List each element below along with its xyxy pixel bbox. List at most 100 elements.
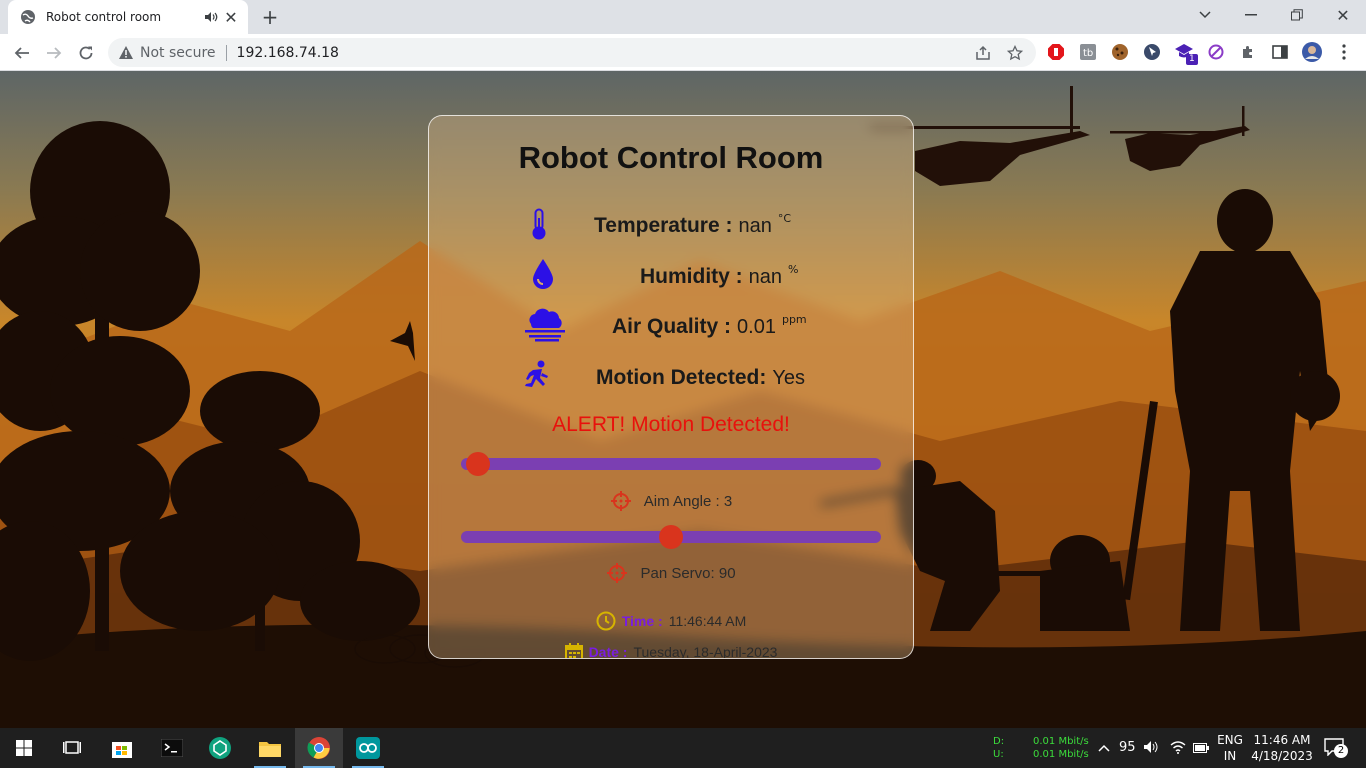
aim-slider-thumb[interactable] — [465, 452, 490, 476]
file-explorer-button[interactable] — [246, 728, 294, 768]
new-tab-button[interactable]: + — [258, 5, 282, 29]
arduino-icon — [356, 737, 380, 759]
date-value: Tuesday, 18-April-2023 — [633, 644, 778, 659]
page-title: Robot Control Room — [518, 140, 824, 175]
audio-playing-icon[interactable] — [204, 10, 218, 24]
system-clock[interactable]: 11:46 AM 4/18/2023 — [1250, 732, 1314, 764]
chatgpt-button[interactable] — [196, 728, 244, 768]
cookie-extension-icon[interactable] — [1110, 42, 1130, 62]
extensions-icon[interactable] — [1238, 42, 1258, 62]
humidity-label: Humidity : — [640, 265, 743, 288]
notification-center-button[interactable]: 2 — [1324, 738, 1348, 760]
aim-angle-slider[interactable] — [461, 452, 881, 476]
microsoft-store-button[interactable] — [98, 728, 146, 768]
chatgpt-icon — [209, 737, 231, 759]
temperature-reading: Temperature : nan °C — [594, 212, 792, 238]
forward-icon — [47, 47, 62, 59]
language-indicator[interactable]: ENG IN — [1215, 732, 1245, 764]
humidity-value: nan — [748, 266, 783, 288]
temperature-label: Temperature : — [594, 214, 733, 237]
clock-icon — [596, 611, 616, 631]
motion-value: Yes — [772, 367, 805, 389]
extension-badge: 1 — [1186, 54, 1198, 65]
battery-level-text[interactable]: 95 — [1119, 740, 1136, 756]
minimize-button[interactable] — [1228, 0, 1274, 30]
share-icon[interactable] — [974, 44, 992, 62]
motion-reading: Motion Detected: Yes — [596, 366, 805, 390]
time-value: 11:46:44 AM — [668, 613, 747, 629]
task-view-icon — [63, 741, 81, 754]
svg-text:tb: tb — [1083, 48, 1093, 59]
reload-button[interactable] — [72, 39, 100, 67]
back-button[interactable] — [8, 39, 36, 67]
control-panel-card: Robot Control Room Temperature : nan °C … — [428, 115, 914, 659]
chrome-button[interactable] — [295, 728, 343, 768]
menu-icon[interactable] — [1334, 42, 1354, 62]
browser-tab[interactable]: Robot control room ✕ — [8, 0, 248, 34]
restore-button[interactable] — [1274, 0, 1320, 30]
windows-logo-icon — [16, 740, 32, 756]
region-code: IN — [1223, 749, 1237, 763]
hidden-icons-chevron[interactable] — [1098, 740, 1110, 756]
download-label: D: — [993, 736, 1005, 747]
task-view-button[interactable] — [48, 728, 96, 768]
battery-icon[interactable] — [1193, 741, 1209, 757]
pan-servo-slider[interactable] — [461, 525, 881, 549]
smog-icon — [525, 308, 565, 346]
network-speeds: 0.01 Mbit/s 0.01 Mbit/s — [1033, 735, 1089, 761]
graduation-extension-icon[interactable]: 1 — [1174, 42, 1198, 65]
tab-close-icon[interactable]: ✕ — [224, 8, 238, 27]
address-bar[interactable]: Not secure 192.168.74.18 — [108, 38, 1036, 67]
folder-icon — [259, 742, 281, 757]
temperature-value: nan — [738, 215, 772, 237]
crosshair-icon — [610, 491, 631, 511]
volume-icon[interactable] — [1143, 740, 1159, 758]
close-window-button[interactable]: ✕ — [1320, 0, 1366, 30]
motion-alert: ALERT! Motion Detected! — [552, 413, 790, 436]
pan-slider-thumb[interactable] — [659, 525, 683, 549]
divider — [225, 44, 227, 61]
security-label[interactable]: Not secure — [140, 45, 216, 61]
network-labels: D: U: — [993, 735, 1004, 761]
humidity-unit: % — [788, 263, 799, 276]
upload-speed: 0.01 Mbit/s — [1033, 749, 1089, 760]
extension-icon[interactable]: tb — [1078, 42, 1098, 62]
globe-icon — [21, 10, 35, 24]
pan-servo-label: Pan Servo: 90 — [640, 564, 736, 582]
tab-search-icon[interactable] — [1182, 0, 1228, 30]
profile-avatar[interactable] — [1302, 42, 1322, 62]
tab-title: Robot control room — [46, 10, 162, 24]
motion-label: Motion Detected: — [596, 366, 767, 389]
terminal-icon — [161, 739, 183, 757]
clock-date: 4/18/2023 — [1251, 749, 1313, 763]
air-quality-unit: ppm — [781, 313, 807, 326]
chrome-icon — [307, 737, 330, 759]
url-text[interactable]: 192.168.74.18 — [237, 45, 339, 61]
crosshair-icon — [607, 563, 628, 583]
pan-servo-row: Pan Servo: 90 — [429, 562, 913, 584]
air-quality-label: Air Quality : — [612, 315, 732, 338]
windows-taskbar: D: U: 0.01 Mbit/s 0.01 Mbit/s 95 ENG IN … — [0, 728, 1366, 768]
terminal-button[interactable] — [148, 728, 196, 768]
calendar-icon — [564, 643, 583, 658]
water-drop-icon — [531, 258, 555, 294]
air-quality-reading: Air Quality : 0.01 ppm — [612, 313, 807, 339]
star-icon[interactable] — [1006, 44, 1024, 62]
air-quality-value: 0.01 — [737, 316, 776, 338]
tab-strip: Robot control room ✕ + ✕ — [0, 0, 1366, 34]
temperature-unit: °C — [777, 212, 792, 225]
aim-angle-label: Aim Angle : 3 — [643, 492, 733, 510]
block-extension-icon[interactable] — [1206, 42, 1226, 62]
wifi-icon[interactable] — [1170, 740, 1186, 758]
arduino-button[interactable] — [344, 728, 392, 768]
aim-angle-row: Aim Angle : 3 — [429, 490, 913, 512]
adblock-extension-icon[interactable] — [1046, 42, 1066, 62]
start-button[interactable] — [0, 728, 48, 768]
forward-button[interactable] — [40, 39, 68, 67]
cursor-extension-icon[interactable] — [1142, 42, 1162, 62]
humidity-reading: Humidity : nan % — [640, 263, 799, 289]
thermometer-icon — [529, 208, 549, 244]
running-person-icon — [523, 360, 551, 396]
side-panel-icon[interactable] — [1270, 42, 1290, 62]
download-speed: 0.01 Mbit/s — [1033, 736, 1089, 747]
